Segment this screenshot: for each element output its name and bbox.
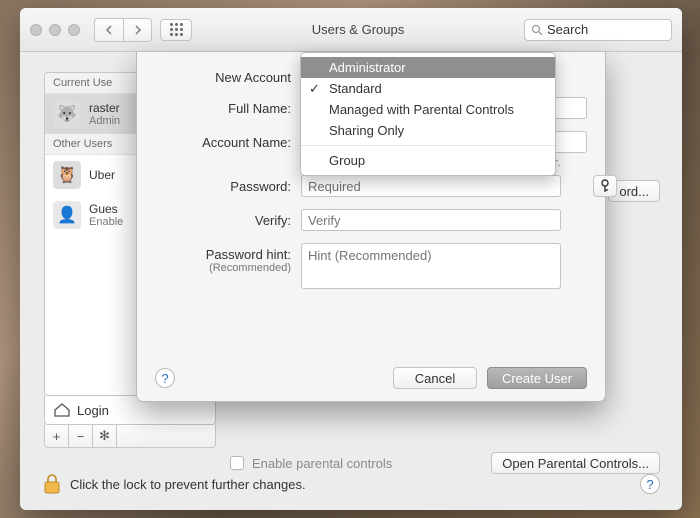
- house-icon: [53, 402, 71, 418]
- enable-parental-checkbox[interactable]: [230, 456, 244, 470]
- window-title: Users & Groups: [200, 22, 516, 37]
- avatar: 🐺: [53, 100, 81, 128]
- help-button[interactable]: ?: [640, 474, 660, 494]
- check-icon: ✓: [309, 81, 320, 97]
- full-name-label: Full Name:: [155, 97, 301, 116]
- user-name: Uber: [89, 168, 115, 182]
- back-button[interactable]: [95, 19, 123, 41]
- create-user-button[interactable]: Create User: [487, 367, 587, 389]
- open-parental-button[interactable]: Open Parental Controls...: [491, 452, 660, 474]
- account-type-menu[interactable]: Administrator ✓Standard Managed with Par…: [300, 52, 556, 176]
- search-input[interactable]: Search: [524, 19, 672, 41]
- cancel-button[interactable]: Cancel: [393, 367, 477, 389]
- search-placeholder: Search: [547, 22, 588, 37]
- password-key-button[interactable]: [593, 175, 617, 197]
- sidebar-toolbar: + − ✻: [44, 425, 216, 448]
- grid-icon: [170, 23, 183, 36]
- menu-item-administrator[interactable]: Administrator: [301, 57, 555, 78]
- nav-segment: [94, 18, 152, 42]
- menu-item-standard[interactable]: ✓Standard: [301, 78, 555, 99]
- menu-item-managed[interactable]: Managed with Parental Controls: [301, 99, 555, 120]
- forward-button[interactable]: [123, 19, 151, 41]
- prefs-window: Users & Groups Search Current Use 🐺 rast…: [20, 8, 682, 510]
- user-name: raster: [89, 101, 120, 115]
- verify-input[interactable]: [301, 209, 561, 231]
- lock-icon[interactable]: [42, 472, 62, 496]
- account-name-label: Account Name:: [155, 131, 301, 150]
- password-input[interactable]: [301, 175, 561, 197]
- key-icon: [599, 179, 611, 193]
- user-role: Admin: [89, 115, 120, 127]
- search-icon: [531, 24, 543, 36]
- menu-item-sharing[interactable]: Sharing Only: [301, 120, 555, 141]
- avatar: 🦉: [53, 161, 81, 189]
- add-user-button[interactable]: +: [45, 425, 69, 447]
- actions-button[interactable]: ✻: [93, 425, 117, 447]
- new-account-label: New Account: [155, 66, 301, 85]
- show-all-button[interactable]: [160, 19, 192, 41]
- zoom-dot[interactable]: [68, 24, 80, 36]
- lock-text: Click the lock to prevent further change…: [70, 477, 306, 492]
- parental-row: Enable parental controls Open Parental C…: [230, 452, 660, 474]
- remove-user-button[interactable]: −: [69, 425, 93, 447]
- enable-parental-label: Enable parental controls: [252, 456, 392, 471]
- sheet-help-button[interactable]: ?: [155, 368, 175, 388]
- verify-label: Verify:: [155, 209, 301, 228]
- password-label: Password:: [155, 175, 301, 194]
- login-label: Login: [77, 403, 109, 418]
- close-dot[interactable]: [30, 24, 42, 36]
- user-name: Gues: [89, 202, 123, 216]
- traffic-lights: [30, 24, 80, 36]
- hint-label: Password hint:(Recommended): [155, 243, 301, 274]
- avatar: 👤: [53, 201, 81, 229]
- titlebar: Users & Groups Search: [20, 8, 682, 52]
- lock-row: Click the lock to prevent further change…: [42, 472, 660, 496]
- menu-item-group[interactable]: Group: [301, 150, 555, 171]
- user-sub: Enable: [89, 216, 123, 228]
- hint-input[interactable]: [301, 243, 561, 289]
- minimize-dot[interactable]: [49, 24, 61, 36]
